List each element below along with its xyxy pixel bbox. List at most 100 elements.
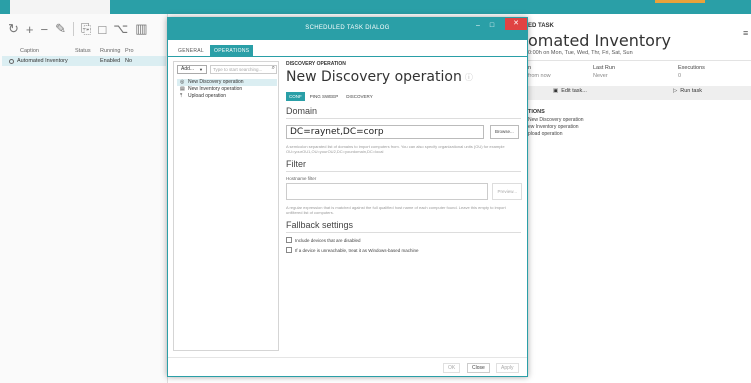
tab-conf[interactable]: CONF [286,92,305,101]
dialog-tabs: GENERAL OPERATIONS [174,45,254,56]
table-row[interactable]: Automated Inventory Enabled No [2,56,166,66]
top-accent [655,0,705,3]
scheduled-task-dialog: SCHEDULED TASK DIALOG – □ ✕ GENERAL OPER… [167,17,528,377]
col-running[interactable]: Running [100,48,125,54]
section-label: DISCOVERY OPERATION [286,61,346,67]
top-strip [0,0,751,14]
caret-down-icon: ▼ [199,67,203,72]
next-run-value: from now [528,73,551,79]
grid-icon[interactable]: ▥ [135,21,147,37]
hostname-filter-input[interactable] [286,183,489,200]
operations-panel: Add... ▼ Type to start searching... ⌕ ◎ … [173,61,279,351]
discovery-icon: ◎ [180,79,185,85]
list-item[interactable]: pload operation [528,131,584,138]
divider [286,118,521,119]
operation-editor: DISCOVERY OPERATION New Discovery operat… [286,61,522,253]
last-run-value: Never [593,73,608,79]
row-status: Enabled [100,58,121,64]
list-item[interactable]: ⤒ Upload operation [177,93,277,100]
sub-tabs: CONF PING SWEEP DISCOVERY [286,92,522,101]
operation-title: New Discovery operation ⓘ [286,69,522,85]
task-actions: ▣ Edit task... ▷ Run task [528,86,751,100]
task-list-window: ↻ + − ✎ ⎘ □ ⌥ ▥ Caption Status Running P… [0,14,168,383]
domain-input[interactable]: DC=raynet,DC=corp [286,125,484,139]
copy-icon[interactable]: ⎘ [81,21,91,37]
tab-operations[interactable]: OPERATIONS [210,45,254,56]
next-run-label: n [528,65,532,71]
filter-row: Preview... [286,183,522,200]
add-label: Add... [181,66,195,72]
list-item[interactable]: New Discovery operation [528,117,584,124]
edit-task-button[interactable]: ▣ Edit task... [553,88,587,94]
edit-icon[interactable]: ✎ [55,21,66,37]
share-icon[interactable]: ⌥ [113,21,128,37]
run-task-button[interactable]: ▷ Run task [673,88,702,94]
menu-icon[interactable]: ≡ [743,28,748,38]
refresh-icon[interactable]: ↻ [8,21,19,37]
add-operation-button[interactable]: Add... ▼ [177,65,207,74]
op-label: New Inventory operation [188,86,243,92]
col-pro[interactable]: Pro [125,48,134,54]
fallback-heading: Fallback settings [286,220,354,230]
run-task-label: Run task [680,88,702,94]
remove-icon[interactable]: − [41,22,49,37]
task-detail-pane: ED TASK omated Inventory 0:00h on Mon, T… [528,14,751,383]
delete-icon[interactable]: □ [98,22,106,37]
tab-discovery[interactable]: DISCOVERY [343,92,375,101]
list-item[interactable]: ew Inventory operation [528,124,584,131]
op-label: Upload operation [188,93,227,99]
tab-general[interactable]: GENERAL [174,45,208,56]
search-input[interactable]: Type to start searching... ⌕ [210,65,277,74]
add-icon[interactable]: + [26,22,34,37]
close-button[interactable]: Close [467,363,490,373]
browse-button[interactable]: Browse... [490,125,519,139]
divider [286,171,521,172]
hostname-label: Hostname filter [286,176,317,181]
next-run: n from now [528,65,551,79]
divider [286,232,521,233]
top-tab [10,0,110,14]
include-disabled-option[interactable]: Include devices that are disabled [286,237,522,243]
maximize-icon[interactable]: □ [486,21,498,31]
treat-windows-option[interactable]: If a device is unreachable, treat it as … [286,247,522,253]
filter-help: A regular expression that is matched aga… [286,205,506,215]
close-icon[interactable]: ✕ [505,18,527,30]
row-status-icon [9,58,14,64]
dialog-footer: OK Close Apply [168,357,527,377]
col-caption[interactable]: Caption [0,48,75,54]
executions: Executions 0 [678,65,705,79]
domain-heading: Domain [286,106,318,116]
domain-row: DC=raynet,DC=corp Browse... [286,125,522,139]
list-item[interactable]: ▤ New Inventory operation [177,86,277,93]
help-icon[interactable]: ⓘ [465,72,473,83]
last-run-label: Last Run [593,65,616,71]
operations-heading: TIONS [528,109,545,115]
row-running: No [125,58,133,64]
domain-help: A semicolon separated list of domains to… [286,144,505,154]
upload-icon: ⤒ [180,93,183,99]
edit-task-icon: ▣ [553,88,559,94]
tab-ping-sweep[interactable]: PING SWEEP [307,92,342,101]
toolbar-separator [73,22,74,36]
op-label: New Discovery operation [188,79,244,85]
search-icon[interactable]: ⌕ [272,65,275,72]
detail-label: ED TASK [528,23,554,29]
preview-button[interactable]: Preview... [492,183,522,200]
tab-underline [168,56,527,57]
detail-schedule: 0:00h on Mon, Tue, Wed, Thr, Fri, Sat, S… [528,50,633,56]
list-item[interactable]: ◎ New Discovery operation [177,79,277,86]
detail-title: omated Inventory [528,31,671,50]
col-status[interactable]: Status [75,48,100,54]
task-toolbar: ↻ + − ✎ ⎘ □ ⌥ ▥ [0,14,168,44]
row-caption: Automated Inventory [17,58,68,64]
include-disabled-checkbox[interactable] [286,237,292,243]
treat-windows-checkbox[interactable] [286,247,292,253]
ok-button[interactable]: OK [443,363,461,373]
search-placeholder: Type to start searching... [213,67,263,72]
dialog-titlebar[interactable]: SCHEDULED TASK DIALOG – □ ✕ [168,18,527,40]
operation-title-text: New Discovery operation [286,69,462,85]
minimize-icon[interactable]: – [472,21,484,31]
operations-list: ◎ New Discovery operation ▤ New Inventor… [177,79,277,100]
executions-label: Executions [678,65,705,71]
apply-button[interactable]: Apply [496,363,519,373]
